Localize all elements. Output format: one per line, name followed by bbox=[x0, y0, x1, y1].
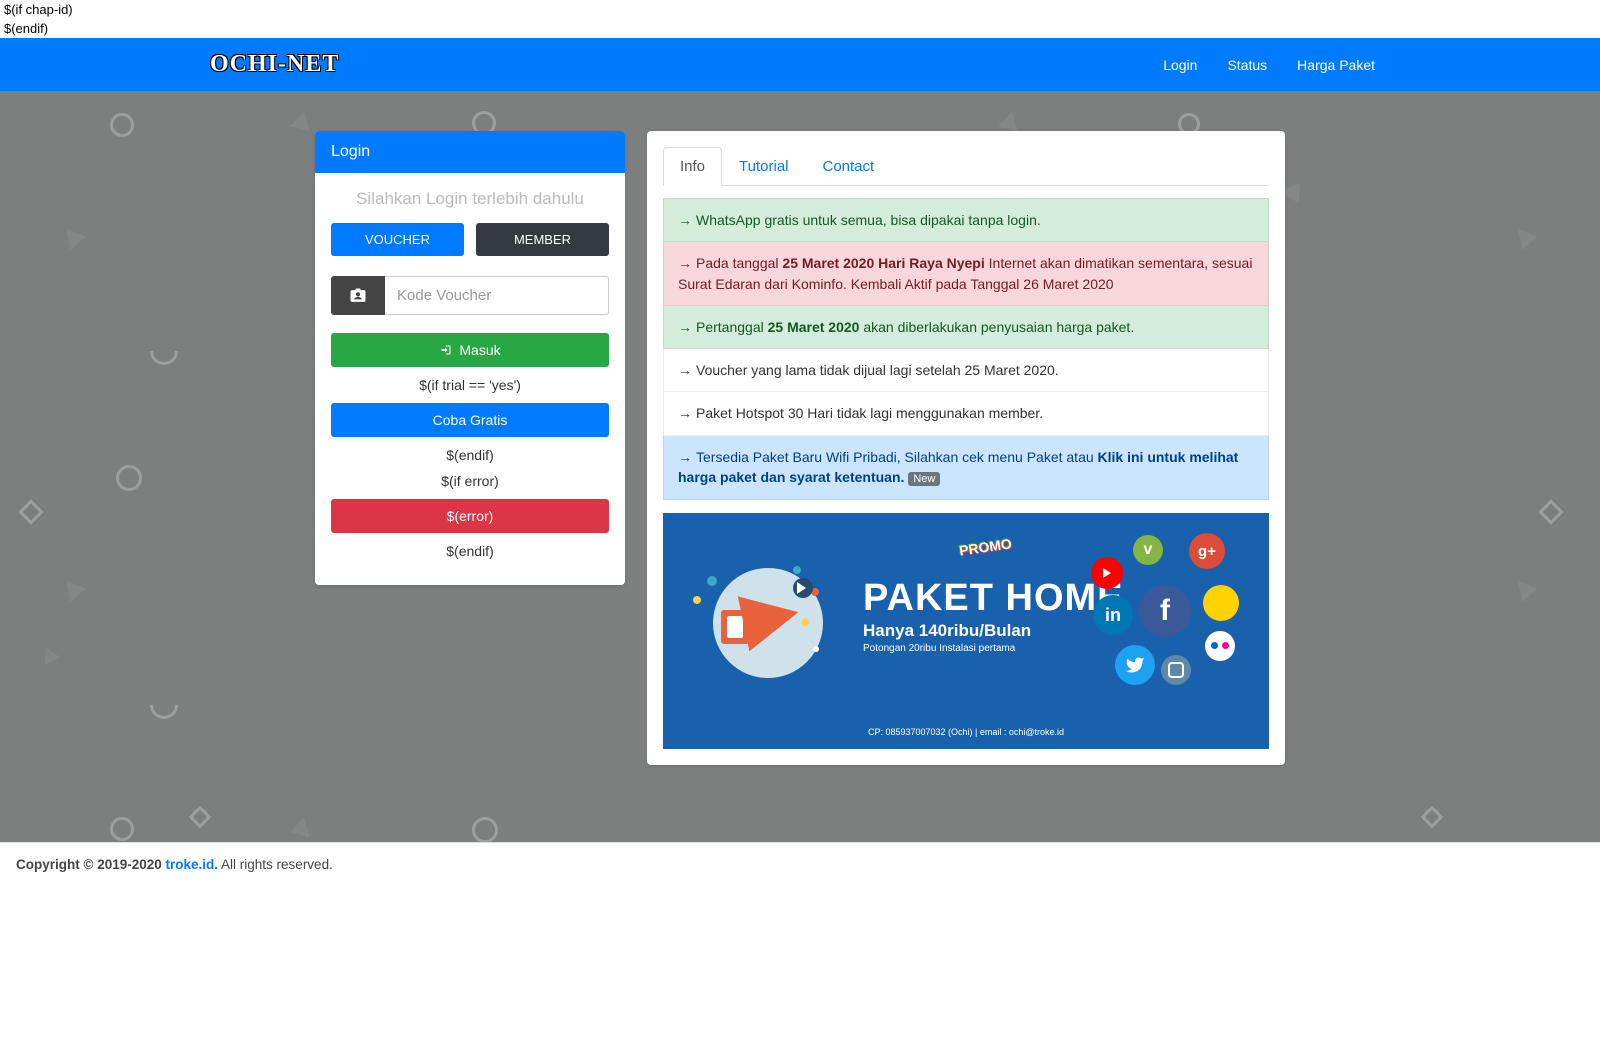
vimeo-icon: v bbox=[1133, 535, 1163, 565]
list-item: →Paket Hotspot 30 Hari tidak lagi menggu… bbox=[663, 392, 1269, 435]
arrow-icon: → bbox=[678, 362, 692, 378]
info-text: WhatsApp gratis untuk semua, bisa dipaka… bbox=[696, 212, 1041, 228]
navbar: OCHI-NET Login Status Harga Paket bbox=[0, 38, 1600, 91]
arrow-icon: → bbox=[678, 405, 692, 421]
new-badge: New bbox=[908, 472, 940, 486]
promo-small: Potongan 20ribu Instalasi pertama bbox=[863, 643, 1015, 654]
footer: Copyright © 2019-2020 troke.id. All righ… bbox=[0, 842, 1600, 886]
masuk-label: Masuk bbox=[459, 342, 500, 358]
info-text-bold: 25 Maret 2020 Hari Raya Nyepi bbox=[782, 255, 984, 271]
voucher-code-input[interactable] bbox=[385, 276, 609, 315]
footer-link[interactable]: troke.id. bbox=[166, 857, 219, 872]
voucher-icon bbox=[331, 276, 385, 315]
info-text: Tersedia Paket Baru Wifi Pribadi, Silahk… bbox=[696, 449, 1098, 465]
youtube-icon bbox=[1091, 557, 1123, 589]
footer-rights: All rights reserved. bbox=[218, 857, 333, 872]
info-text: akan diberlakukan penyusaian harga paket… bbox=[859, 319, 1134, 335]
arrow-icon: → bbox=[678, 319, 692, 335]
info-text: Pertanggal bbox=[696, 319, 768, 335]
list-item: →Tersedia Paket Baru Wifi Pribadi, Silah… bbox=[663, 436, 1269, 500]
nav-harga-paket[interactable]: Harga Paket bbox=[1282, 49, 1390, 81]
tab-contact[interactable]: Contact bbox=[806, 147, 892, 186]
facebook-icon: f bbox=[1139, 585, 1191, 637]
template-endif: $(endif) bbox=[0, 19, 1600, 38]
instagram-icon bbox=[1161, 655, 1191, 685]
info-text: Paket Hotspot 30 Hari tidak lagi menggun… bbox=[696, 405, 1043, 421]
brand-logo: OCHI-NET bbox=[210, 51, 339, 78]
coba-gratis-button[interactable]: Coba Gratis bbox=[331, 403, 609, 437]
login-panel-header: Login bbox=[315, 131, 625, 173]
error-alert: $(error) bbox=[331, 499, 609, 533]
template-endif-error: $(endif) bbox=[331, 543, 609, 559]
info-text: Voucher yang lama tidak dijual lagi sete… bbox=[696, 362, 1059, 378]
masuk-button[interactable]: Masuk bbox=[331, 333, 609, 367]
nav-status[interactable]: Status bbox=[1212, 49, 1282, 81]
twitter-icon bbox=[1115, 645, 1155, 685]
tab-tutorial[interactable]: Tutorial bbox=[722, 147, 805, 186]
info-tabs: Info Tutorial Contact bbox=[663, 147, 1269, 186]
list-item: →Voucher yang lama tidak dijual lagi set… bbox=[663, 349, 1269, 392]
snapchat-icon bbox=[1203, 585, 1239, 621]
promo-badge: PROMO bbox=[958, 535, 1013, 558]
arrow-icon: → bbox=[678, 449, 692, 465]
tab-member-button[interactable]: MEMBER bbox=[476, 223, 609, 256]
arrow-icon: → bbox=[678, 255, 692, 271]
template-if-chap: $(if chap-id) bbox=[0, 0, 1600, 19]
promo-banner: PROMO PAKET HOME Hanya 140ribu/Bulan Pot… bbox=[663, 513, 1269, 749]
template-if-trial: $(if trial == 'yes') bbox=[331, 377, 609, 393]
linkedin-icon: in bbox=[1093, 595, 1133, 635]
list-item: →WhatsApp gratis untuk semua, bisa dipak… bbox=[663, 198, 1269, 242]
social-icons: f v g+ in bbox=[1081, 527, 1251, 697]
nav-login[interactable]: Login bbox=[1148, 49, 1212, 81]
info-text-bold: 25 Maret 2020 bbox=[768, 319, 860, 335]
login-panel: Login Silahkan Login terlebih dahulu VOU… bbox=[315, 131, 625, 585]
tab-info[interactable]: Info bbox=[663, 147, 722, 186]
login-hint: Silahkan Login terlebih dahulu bbox=[331, 189, 609, 209]
flickr-icon bbox=[1205, 631, 1235, 661]
info-list: →WhatsApp gratis untuk semua, bisa dipak… bbox=[663, 198, 1269, 500]
footer-copyright: Copyright © 2019-2020 bbox=[16, 857, 166, 872]
promo-subtitle: Hanya 140ribu/Bulan bbox=[863, 621, 1031, 641]
template-endif-trial: $(endif) bbox=[331, 447, 609, 463]
info-text: Pada tanggal bbox=[696, 255, 782, 271]
promo-contact: CP: 085937007032 (Ochi) | email : ochi@t… bbox=[663, 727, 1269, 737]
template-if-error: $(if error) bbox=[331, 473, 609, 489]
megaphone-icon bbox=[693, 548, 853, 708]
googleplus-icon: g+ bbox=[1189, 533, 1225, 569]
list-item: →Pada tanggal 25 Maret 2020 Hari Raya Ny… bbox=[663, 242, 1269, 306]
arrow-icon: → bbox=[678, 212, 692, 228]
list-item: →Pertanggal 25 Maret 2020 akan diberlaku… bbox=[663, 306, 1269, 349]
info-panel: Info Tutorial Contact →WhatsApp gratis u… bbox=[647, 131, 1285, 765]
tab-voucher-button[interactable]: VOUCHER bbox=[331, 223, 464, 256]
